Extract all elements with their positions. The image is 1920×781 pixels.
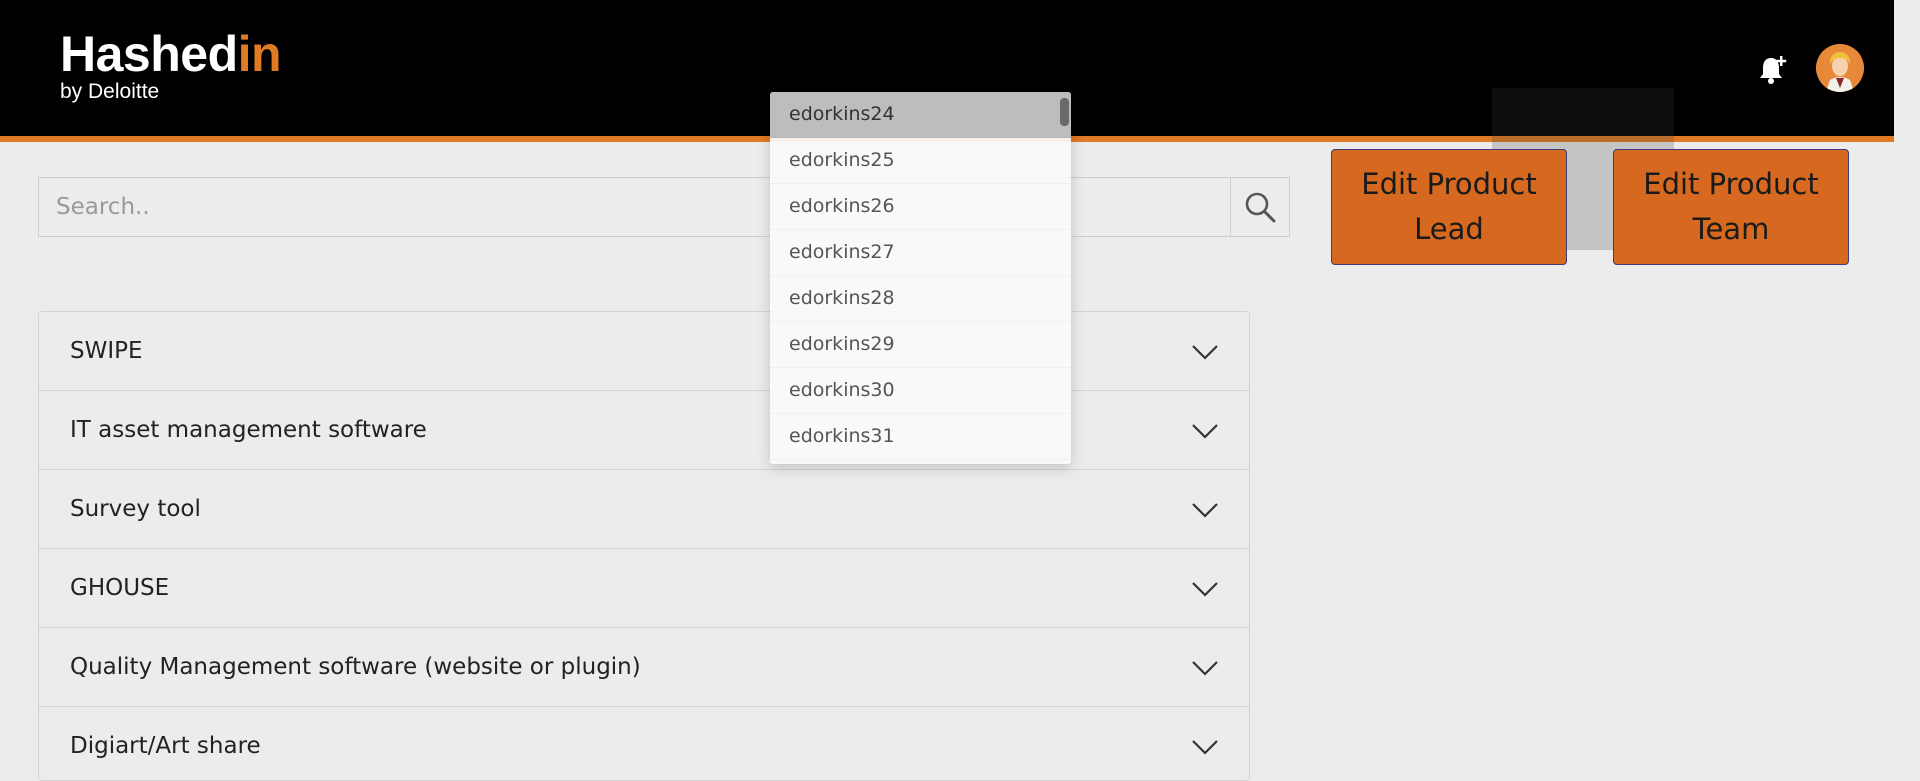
accordion-item-digiart[interactable]: Digiart/Art share xyxy=(39,707,1249,780)
dropdown-option[interactable]: edorkins29 xyxy=(770,322,1071,368)
hashedin-logo[interactable]: Hashedin by Deloitte xyxy=(60,26,282,104)
chevron-down-icon xyxy=(1192,503,1218,518)
dropdown-option[interactable]: edorkins26 xyxy=(770,184,1071,230)
chevron-down-icon xyxy=(1192,582,1218,597)
user-dropdown-list[interactable]: edorkins24 edorkins25 edorkins26 edorkin… xyxy=(770,92,1071,464)
dropdown-option[interactable]: edorkins24 xyxy=(770,92,1071,138)
logo-subtitle: by Deloitte xyxy=(60,80,160,103)
dropdown-option[interactable]: edorkins25 xyxy=(770,138,1071,184)
accordion-item-label: IT asset management software xyxy=(70,417,427,443)
bell-plus-icon[interactable] xyxy=(1754,50,1792,88)
search-button[interactable] xyxy=(1230,178,1289,236)
chevron-down-icon xyxy=(1192,740,1218,755)
accordion-item-label: SWIPE xyxy=(70,338,143,364)
search-bar xyxy=(38,177,1290,237)
accordion-item-label: Survey tool xyxy=(70,496,201,522)
edit-product-team-button[interactable]: Edit Product Team xyxy=(1613,149,1849,265)
chevron-down-icon xyxy=(1192,424,1218,439)
dropdown-option[interactable]: edorkins31 xyxy=(770,414,1071,460)
chevron-down-icon xyxy=(1192,345,1218,360)
accordion-item-label: Quality Management software (website or … xyxy=(70,654,641,680)
dropdown-option[interactable]: edorkins28 xyxy=(770,276,1071,322)
dropdown-scrollbar[interactable] xyxy=(1060,98,1069,126)
edit-product-lead-button[interactable]: Edit Product Lead xyxy=(1331,149,1567,265)
accordion-item-ghouse[interactable]: GHOUSE xyxy=(39,549,1249,628)
dropdown-option[interactable]: edorkins27 xyxy=(770,230,1071,276)
accordion-item-label: GHOUSE xyxy=(70,575,170,601)
accordion-item-survey-tool[interactable]: Survey tool xyxy=(39,470,1249,549)
dropdown-option[interactable]: edorkins30 xyxy=(770,368,1071,414)
user-avatar-icon[interactable] xyxy=(1816,44,1864,92)
accordion-item-label: Digiart/Art share xyxy=(70,733,261,759)
search-icon xyxy=(1245,192,1276,223)
logo-wordmark: Hashedin xyxy=(60,26,282,82)
accordion-item-quality-management[interactable]: Quality Management software (website or … xyxy=(39,628,1249,707)
chevron-down-icon xyxy=(1192,661,1218,676)
